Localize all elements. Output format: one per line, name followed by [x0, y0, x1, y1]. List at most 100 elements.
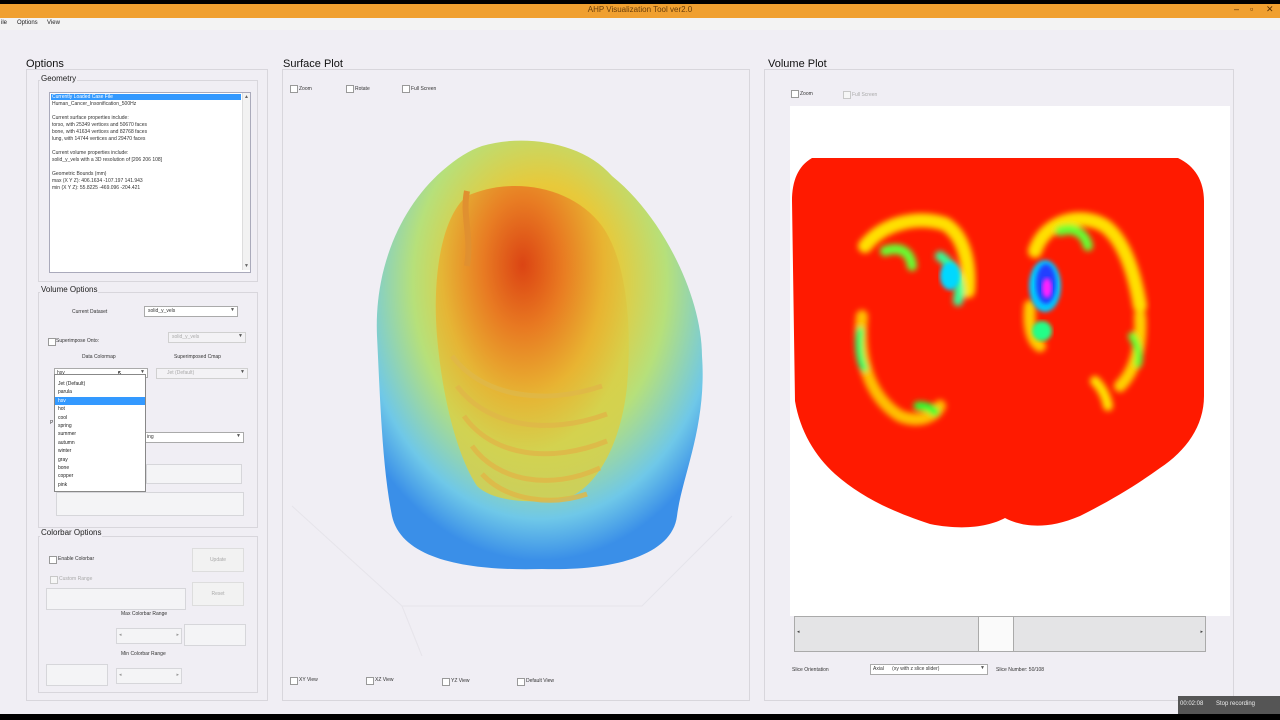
dropdown-option[interactable]: cool — [55, 414, 145, 422]
default-view-label: Default View — [526, 678, 554, 684]
geometry-line: torso, with 25349 vertices and 50670 fac… — [52, 122, 148, 128]
dropdown-option[interactable]: spring — [55, 422, 145, 430]
geometry-line: lung, with 14744 vertices and 29470 face… — [52, 136, 146, 142]
volume-fullscreen-checkbox[interactable] — [843, 91, 851, 99]
current-dataset-label: Current Dataset — [72, 309, 108, 315]
slice-slider-thumb[interactable] — [978, 617, 1014, 651]
scroll-down-icon[interactable]: ▼ — [244, 263, 249, 269]
left-arrow-icon[interactable]: ◂ — [119, 632, 122, 638]
max-range-slider[interactable]: ◂ ▸ — [116, 628, 182, 644]
volume-zoom-label: Zoom — [800, 91, 813, 97]
spine — [462, 190, 472, 267]
dropdown-option[interactable]: winter — [55, 447, 145, 455]
zoom-checkbox[interactable] — [290, 85, 298, 93]
slice-orientation-value: Axial (xy with z slice slider) — [873, 666, 940, 672]
extra-field[interactable] — [146, 464, 242, 484]
colorbar-preview — [46, 588, 186, 610]
lung-right-magenta — [1042, 278, 1052, 298]
geometry-line: bone, with 41634 vertices and 82768 face… — [52, 129, 148, 135]
min-range-slider[interactable]: ◂ ▸ — [116, 668, 182, 684]
geometry-line: Human_Cancer_Insonification_500Hz — [52, 101, 137, 107]
xz-view-checkbox[interactable] — [366, 677, 374, 685]
max-range-label: Max Colorbar Range — [121, 611, 168, 617]
scroll-up-icon[interactable]: ▲ — [244, 94, 249, 100]
dropdown-option[interactable]: hot — [55, 405, 145, 413]
geometry-title: Geometry — [40, 74, 78, 83]
list-scrollbar[interactable]: ▲ ▼ — [242, 93, 250, 270]
recording-time: 00:02:08 — [1180, 701, 1204, 707]
update-button-label: Update — [209, 557, 227, 563]
menu-file[interactable]: ile — [1, 20, 7, 26]
extra-select[interactable]: ing ▼ — [144, 432, 244, 443]
partial-label: P — [50, 420, 54, 426]
default-view-checkbox[interactable] — [517, 678, 525, 686]
custom-range-checkbox[interactable] — [50, 576, 58, 584]
right-arrow-icon[interactable]: ▸ — [176, 632, 179, 638]
xy-view-checkbox[interactable] — [290, 677, 298, 685]
superimposed-cmap-value: Jet (Default) — [167, 370, 195, 376]
volume-options-title: Volume Options — [40, 285, 99, 294]
dropdown-option[interactable]: autumn — [55, 439, 145, 447]
menu-view[interactable]: View — [47, 20, 60, 26]
geometry-info-list[interactable]: Currently Loaded Case File Human_Cancer_… — [49, 92, 251, 273]
maximize-icon[interactable]: ▫ — [1250, 4, 1253, 14]
stop-recording-button[interactable]: Stop recording — [1216, 701, 1255, 707]
min-range-field[interactable] — [46, 664, 108, 686]
rotate-label: Rotate — [355, 86, 370, 92]
dropdown-option[interactable]: bone — [55, 464, 145, 472]
geometry-line: max (X Y Z): 406.1634 -107.197 141.943 — [52, 178, 143, 184]
surface-3d-render[interactable] — [282, 96, 748, 656]
left-arrow-icon[interactable]: ◂ — [797, 629, 800, 635]
rotate-checkbox[interactable] — [346, 85, 354, 93]
reset-button[interactable]: Reset — [192, 582, 244, 606]
geometry-line: min (X Y Z): 55.8225 -469.096 -204.421 — [52, 185, 141, 191]
max-range-field[interactable] — [184, 624, 246, 646]
current-dataset-value: solid_y_vels — [148, 308, 176, 314]
menu-bar: ile Options View — [0, 18, 1280, 30]
colormap-dropdown-list[interactable]: Jet (Default) parula hsv hot cool spring… — [54, 374, 146, 492]
xy-view-label: XY View — [299, 677, 318, 683]
enable-colorbar-checkbox[interactable] — [49, 556, 57, 564]
dropdown-option[interactable]: parula — [55, 388, 145, 396]
min-range-label: Min Colorbar Range — [121, 651, 166, 657]
geometry-line: Currently Loaded Case File — [52, 94, 113, 100]
dropdown-option[interactable]: Jet (Default) — [55, 380, 145, 388]
chevron-down-icon: ▼ — [230, 307, 235, 313]
right-arrow-icon[interactable]: ▸ — [1200, 629, 1203, 635]
extra-text-area[interactable] — [56, 492, 244, 516]
slice-slider[interactable]: ◂ ▸ — [794, 616, 1206, 652]
lung-right-green — [1032, 321, 1052, 341]
superimposed-cmap-select[interactable]: Jet (Default) ▼ — [156, 368, 248, 379]
dropdown-option[interactable]: summer — [55, 430, 145, 438]
current-dataset-select[interactable]: solid_y_vels ▼ — [144, 306, 238, 317]
title-bar: AHP Visualization Tool ver2.0 – ▫ ✕ — [0, 4, 1280, 18]
yz-view-checkbox[interactable] — [442, 678, 450, 686]
geometry-line: Current volume properties include: — [52, 150, 129, 156]
chevron-down-icon: ▼ — [980, 665, 985, 671]
right-arrow-icon[interactable]: ▸ — [176, 672, 179, 678]
xz-view-label: XZ View — [375, 677, 394, 683]
colorbar-options-title: Colorbar Options — [40, 528, 103, 537]
window-title: AHP Visualization Tool ver2.0 — [587, 5, 693, 14]
slice-orientation-select[interactable]: Axial (xy with z slice slider) ▼ — [870, 664, 988, 675]
minimize-icon[interactable]: – — [1234, 4, 1239, 14]
superimpose-select[interactable]: solid_y_vels ▼ — [168, 332, 246, 343]
dropdown-option[interactable]: pink — [55, 481, 145, 489]
volume-slice-render[interactable] — [790, 106, 1230, 616]
dropdown-option[interactable]: copper — [55, 472, 145, 480]
dropdown-option-selected[interactable]: hsv — [55, 396, 145, 406]
update-button[interactable]: Update — [192, 548, 244, 572]
volume-zoom-checkbox[interactable] — [791, 90, 799, 98]
geometry-line: Current surface properties include: — [52, 115, 129, 121]
left-arrow-icon[interactable]: ◂ — [119, 672, 122, 678]
chevron-down-icon: ▼ — [240, 369, 245, 375]
menu-options[interactable]: Options — [17, 20, 38, 26]
slice-orientation-label: Slice Orientation — [792, 667, 829, 673]
zoom-label: Zoom — [299, 86, 312, 92]
close-icon[interactable]: ✕ — [1266, 4, 1274, 15]
extra-select-value: ing — [147, 434, 154, 440]
geometry-line: Geometric Bounds (mm) — [52, 171, 107, 177]
superimpose-checkbox[interactable] — [48, 338, 56, 346]
dropdown-option[interactable]: gray — [55, 456, 145, 464]
fullscreen-checkbox[interactable] — [402, 85, 410, 93]
